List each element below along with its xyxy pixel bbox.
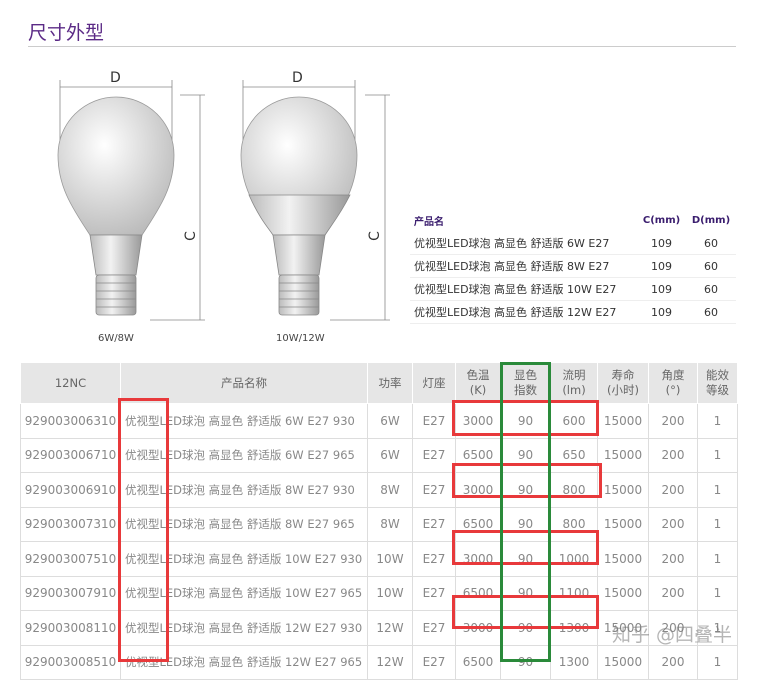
spec-cell: 15000 [597,403,649,439]
spec-cell: 200 [648,403,698,439]
spec-cell: 10W [367,541,413,577]
spec-cell: 15000 [597,575,649,611]
dimension-cell: 60 [686,254,736,278]
spec-cell: 929003006710 [20,437,121,473]
dimension-cell: 109 [637,254,687,278]
spec-cell: 200 [648,541,698,577]
spec-cell: 1 [697,644,738,680]
spec-cell: 929003008510 [20,644,121,680]
dim-d-label: D [292,70,303,86]
dimension-row: 优视型LED球泡 高显色 舒适版 8W E27 109 60 [410,254,736,278]
dimension-cell: 优视型LED球泡 高显色 舒适版 8W E27 [410,254,638,278]
spec-header: 寿命 (小时) [597,362,649,404]
caption-6w-8w: 6W/8W [98,333,134,344]
spec-cell: E27 [412,403,456,439]
dim-c-label: C [366,231,383,241]
spec-cell: E27 [412,575,456,611]
dimension-cell: 优视型LED球泡 高显色 舒适版 12W E27 [410,300,638,324]
spec-cell: 929003008110 [20,610,121,646]
bulb-dimension-drawings [57,80,390,321]
spec-cell: 929003006310 [20,403,121,439]
title-divider [28,46,736,47]
spec-cell: E27 [412,437,456,473]
spec-cell: 200 [648,437,698,473]
header-c: C(mm) [642,214,681,226]
spec-cell: 1 [697,541,738,577]
bulb-10w-12w [240,80,390,321]
spec-header: 色温 (K) [455,362,501,404]
spec-cell: 200 [648,644,698,680]
spec-cell: E27 [412,472,456,508]
dimension-cell: 109 [637,277,687,301]
spec-cell: 15000 [597,437,649,473]
spec-cell: 6W [367,437,413,473]
spec-cell: 929003006910 [20,472,121,508]
spec-cell: 15000 [597,472,649,508]
spec-cell: E27 [412,610,456,646]
dimensions-table: 产品名 C(mm) D(mm) 优视型LED球泡 高显色 舒适版 6W E27 109… [410,208,736,324]
spec-header: 能效 等级 [697,362,738,404]
spec-cell: 1 [697,403,738,439]
dimension-row: 优视型LED球泡 高显色 舒适版 10W E27 109 60 [410,277,736,301]
spec-cell: 12W [367,610,413,646]
spec-header: 功率 [367,362,413,404]
dimension-cell: 优视型LED球泡 高显色 舒适版 10W E27 [410,277,638,301]
spec-cell: 15000 [597,506,649,542]
spec-cell: 200 [648,472,698,508]
header-d: D(mm) [691,214,731,226]
spec-cell: 15000 [597,541,649,577]
spec-cell: E27 [412,644,456,680]
spec-cell: 1 [697,437,738,473]
dimension-cell: 60 [686,232,736,255]
dimension-cell: 优视型LED球泡 高显色 舒适版 6W E27 [410,232,638,255]
section-title: 尺寸外型 [28,22,105,44]
spec-cell: E27 [412,506,456,542]
spec-cell: 12W [367,644,413,680]
spec-cell: 929003007310 [20,506,121,542]
spec-cell: 10W [367,575,413,611]
dim-d-label: D [110,70,121,86]
spec-header: 12NC [20,362,121,404]
spec-cell: 200 [648,506,698,542]
dimension-row: 优视型LED球泡 高显色 舒适版 6W E27 109 60 [410,232,736,255]
spec-cell: 200 [648,575,698,611]
spec-cell: 1 [697,575,738,611]
dimension-row: 优视型LED球泡 高显色 舒适版 12W E27 109 60 [410,300,736,324]
spec-cell: 929003007510 [20,541,121,577]
dimension-cell: 109 [637,232,687,255]
spec-cell: 1 [697,472,738,508]
highlight-name-prefix [118,398,169,662]
spec-cell: 929003007910 [20,575,121,611]
spec-cell: 15000 [597,644,649,680]
bulb-6w-8w [57,80,205,321]
spec-cell: 6500 [455,644,501,680]
spec-header: 灯座 [412,362,456,404]
spec-cell: E27 [412,541,456,577]
highlight-cri-column [500,362,551,662]
dimension-cell: 109 [637,300,687,324]
spec-header: 流明 (lm) [550,362,598,404]
watermark: 知乎 @四叠半 [612,624,733,646]
caption-10w-12w: 10W/12W [276,333,325,344]
dim-c-label: C [182,231,199,241]
header-product: 产品名 [414,216,444,228]
dimension-cell: 60 [686,300,736,324]
spec-cell: 1 [697,506,738,542]
spec-cell: 8W [367,506,413,542]
spec-cell: 8W [367,472,413,508]
spec-cell: 1300 [550,644,598,680]
spec-header: 角度 (°) [648,362,698,404]
spec-cell: 6W [367,403,413,439]
dimension-cell: 60 [686,277,736,301]
